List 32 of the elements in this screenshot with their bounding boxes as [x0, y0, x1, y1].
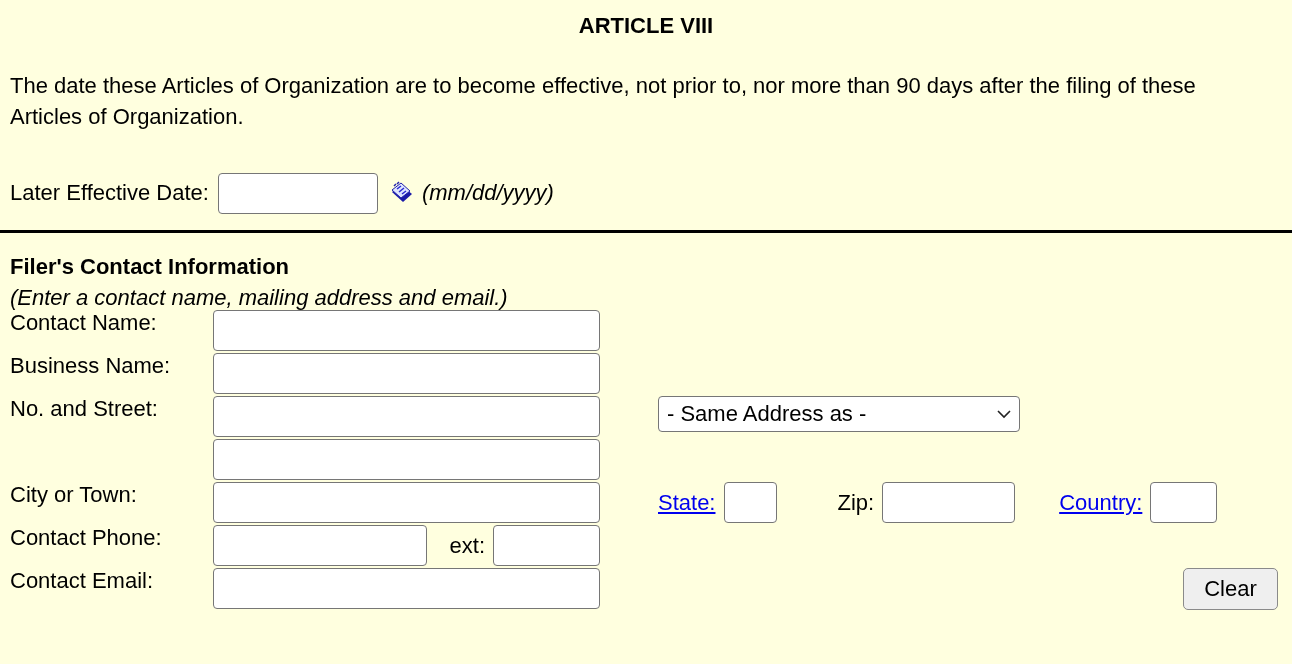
country-link[interactable]: Country:	[1059, 489, 1143, 516]
article-heading: ARTICLE VIII	[577, 12, 715, 40]
state-link[interactable]: State:	[658, 489, 716, 516]
section-heading: Filer's Contact Information	[10, 253, 291, 281]
country-field[interactable]	[1150, 482, 1218, 523]
phone-field[interactable]	[213, 525, 427, 566]
ext-field[interactable]	[493, 525, 600, 566]
date-format-hint: (mm/dd/yyyy)	[421, 180, 554, 206]
chevron-icon	[997, 409, 1011, 419]
field-label: Contact Phone:	[10, 524, 163, 551]
clear-button[interactable]: Clear	[1183, 567, 1278, 610]
state-field[interactable]	[724, 482, 778, 523]
address-dropdown[interactable]: - Same Address as -	[658, 396, 1020, 432]
field-label: Contact Email:	[10, 567, 155, 594]
street-line-field[interactable]	[213, 439, 600, 480]
field-label: ext:	[449, 532, 485, 559]
contact-name-field[interactable]	[213, 310, 600, 351]
description-text: The date these Articles of Organization are to become effective, not prior to, nor more than 90 days after the filing of these Articles of Organization.	[10, 72, 1197, 131]
business-name-field[interactable]	[213, 353, 600, 394]
date-field[interactable]	[217, 172, 378, 214]
instructions-text: (Enter a contact name, mailing address and email.)	[10, 284, 509, 312]
zip-field[interactable]	[882, 482, 1016, 523]
email-field[interactable]	[213, 568, 600, 609]
field-label: Contact Name:	[10, 310, 158, 336]
field-label: City or Town:	[10, 481, 138, 508]
city-field[interactable]	[213, 482, 600, 523]
street-field[interactable]	[213, 396, 600, 437]
calendar-icon[interactable]	[389, 181, 414, 205]
field-label: Later Effective Date:	[10, 180, 209, 206]
field-label: Zip:	[837, 489, 875, 516]
field-label: Business Name:	[10, 352, 172, 379]
field-label: No. and Street:	[10, 395, 159, 422]
